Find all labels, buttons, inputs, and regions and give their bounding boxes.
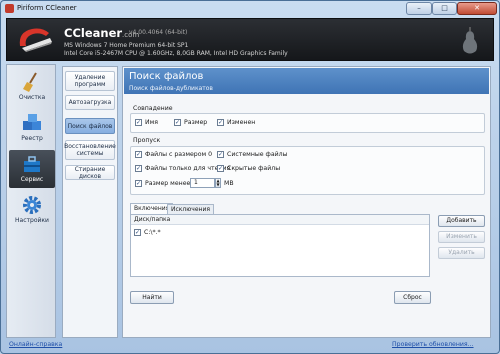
app-icon [5,4,14,13]
subnav-item-uninstall[interactable]: Удаление программ [65,71,115,91]
registry-cubes-icon [23,114,41,130]
match-modified-checkbox[interactable]: ✓ [217,119,224,126]
sidebar-item-settings[interactable]: Настройки [9,191,55,229]
main-sidebar: Очистка Реестр Сервис Настройки [6,64,56,338]
sidebar-item-registry[interactable]: Реестр [9,109,55,147]
check-updates-link[interactable]: Проверить обновления... [392,341,474,348]
skip-size-less-checkbox[interactable]: ✓ [135,180,142,187]
file-finder-panel: Поиск файлов Поиск файлов-дубликатов Сов… [122,66,491,338]
sidebar-item-label: Настройки [15,217,49,224]
tab-excludes[interactable]: Исключения [167,204,214,214]
skip-size-less-label: Размер менее [145,180,191,187]
app-version: v4.00.4064 (64-bit) [129,29,188,36]
maximize-button[interactable]: □ [432,2,457,15]
gear-icon [23,196,41,214]
skip-hidden-label: Скрытые файлы [227,165,281,172]
ccleaner-logo-icon [19,28,52,52]
broom-icon [23,72,37,92]
panel-header: Поиск файлов Поиск файлов-дубликатов [124,68,489,94]
skip-zero-size-checkbox[interactable]: ✓ [135,151,142,158]
window-title: Piriform CCleaner [17,4,77,12]
match-name-label: Имя [145,119,159,126]
skip-readonly-checkbox[interactable]: ✓ [135,165,142,172]
subnav-item-drive-wiper[interactable]: Стирание дисков [65,165,115,180]
skip-system-label: Системные файлы [227,151,288,158]
system-info-os: MS Windows 7 Home Premium 64-bit SP1 [64,42,189,49]
subnav-item-system-restore[interactable]: Восстановление системы [64,140,116,160]
subnav-item-file-finder[interactable]: Поиск файлов [65,118,115,134]
skip-group: ✓ Файлы с размером 0 ✓ Системные файлы ✓… [130,146,485,195]
panel-title: Поиск файлов [129,71,204,82]
close-button[interactable]: ✕ [457,2,497,15]
delete-button[interactable]: Удалить [438,247,485,259]
app-window: Piriform CCleaner – □ ✕ CCleaner.com v4.… [0,0,500,354]
includes-list: Диск/папка ✓ C:\*.* [130,214,430,277]
add-button[interactable]: Добавить [438,215,485,227]
panel-subtitle: Поиск файлов-дубликатов [129,85,213,92]
subnav-item-startup[interactable]: Автозагрузка [65,95,115,110]
app-name: CCleaner.com [64,26,140,40]
match-group-label: Совпадение [133,105,173,112]
match-name-checkbox[interactable]: ✓ [135,119,142,126]
skip-hidden-checkbox[interactable]: ✓ [217,165,224,172]
size-less-unit: MB [224,180,234,187]
include-row-checkbox[interactable]: ✓ [134,229,141,236]
match-group: ✓ Имя ✓ Размер ✓ Изменен [130,113,485,133]
system-info-hardware: Intel Core i5-2467M CPU @ 1.60GHz, 8,0GB… [64,50,288,57]
list-header-folder: Диск/папка [131,215,429,225]
sidebar-item-label: Очистка [18,94,46,101]
online-help-link[interactable]: Онлайн-справка [9,341,62,348]
sidebar-item-cleaner[interactable]: Очистка [9,68,55,106]
match-size-label: Размер [184,119,208,126]
skip-system-checkbox[interactable]: ✓ [217,151,224,158]
search-button[interactable]: Найти [130,291,174,304]
minimize-button[interactable]: – [406,2,432,15]
pear-logo-icon [462,27,478,54]
edit-button[interactable]: Изменить [438,231,485,243]
size-less-value-field[interactable]: 1 [190,178,215,188]
size-less-stepper[interactable]: ▲ ▼ [215,178,221,188]
reset-button[interactable]: Сброс [394,291,431,304]
match-modified-label: Изменен [227,119,256,126]
match-size-checkbox[interactable]: ✓ [174,119,181,126]
app-header: CCleaner.com v4.00.4064 (64-bit) MS Wind… [6,18,494,61]
skip-group-label: Пропуск [133,137,161,144]
sidebar-item-label: Сервис [20,176,44,183]
tools-subnav: Удаление программ Автозагрузка Поиск фай… [62,66,118,338]
sidebar-item-label: Реестр [21,135,43,142]
skip-zero-size-label: Файлы с размером 0 [145,151,213,158]
toolbox-icon [24,156,40,172]
sidebar-item-tools[interactable]: Сервис [9,150,55,188]
include-row-path[interactable]: C:\*.* [144,229,161,236]
title-bar: Piriform CCleaner – □ ✕ [1,1,499,17]
